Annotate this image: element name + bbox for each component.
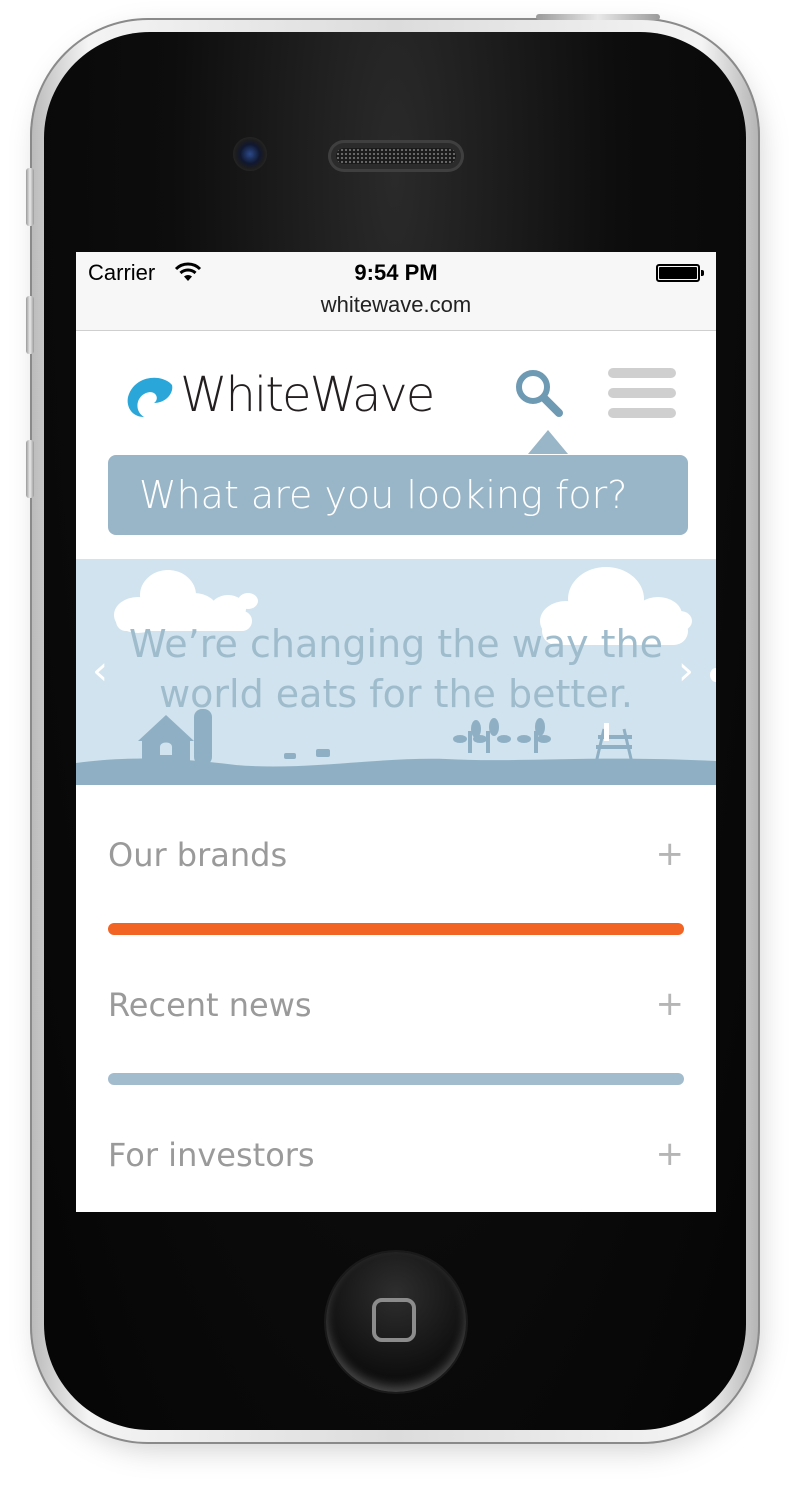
search-popover-pointer (528, 430, 568, 454)
search-placeholder: What are you looking for? (139, 473, 628, 517)
search-input[interactable]: What are you looking for? (108, 455, 688, 535)
home-button[interactable] (326, 1252, 466, 1392)
accordion-item-for-investors[interactable]: For investors + (108, 1126, 684, 1186)
volume-down-button (26, 440, 34, 498)
hamburger-menu-icon[interactable] (608, 368, 676, 428)
status-bar: Carrier 9:54 PM (76, 252, 716, 292)
battery-fill (659, 267, 697, 279)
home-square-icon (372, 1298, 416, 1342)
screen: Carrier 9:54 PM whitewave.com WhiteWave … (76, 252, 716, 1212)
expand-plus-icon[interactable]: + (656, 984, 685, 1024)
accordion-divider-orange (108, 923, 684, 935)
status-time: 9:54 PM (354, 260, 438, 285)
expand-plus-icon[interactable]: + (656, 834, 685, 874)
logo-wave-icon[interactable] (126, 377, 174, 419)
battery-icon (656, 264, 704, 282)
chevron-left-icon[interactable]: ‹ (92, 651, 108, 691)
expand-plus-icon[interactable]: + (656, 1134, 685, 1174)
hero-headline: We’re changing the way the world eats fo… (76, 619, 716, 719)
hero-banner[interactable]: We’re changing the way the world eats fo… (76, 559, 716, 785)
hero-headline-line-1: We’re changing the way the (128, 622, 664, 666)
accordion-item-recent-news[interactable]: Recent news + (108, 976, 684, 1036)
url-text: whitewave.com (320, 292, 472, 317)
url-bar[interactable]: whitewave.com (76, 292, 716, 331)
chevron-right-icon[interactable]: › (678, 651, 694, 691)
accordion-divider-blue (108, 1073, 684, 1085)
mute-switch (26, 168, 34, 226)
accordion-item-our-brands[interactable]: Our brands + (108, 826, 684, 886)
front-camera (233, 137, 267, 171)
accordion-label: For investors (108, 1136, 315, 1174)
sleep-button (536, 14, 660, 20)
accordion-label: Recent news (108, 986, 312, 1024)
hero-headline-line-2: world eats for the better. (159, 672, 633, 716)
search-icon[interactable] (513, 367, 565, 419)
volume-up-button (26, 296, 34, 354)
logo-text[interactable]: WhiteWave (180, 367, 435, 423)
earpiece-speaker (328, 140, 464, 172)
accordion-label: Our brands (108, 836, 288, 874)
